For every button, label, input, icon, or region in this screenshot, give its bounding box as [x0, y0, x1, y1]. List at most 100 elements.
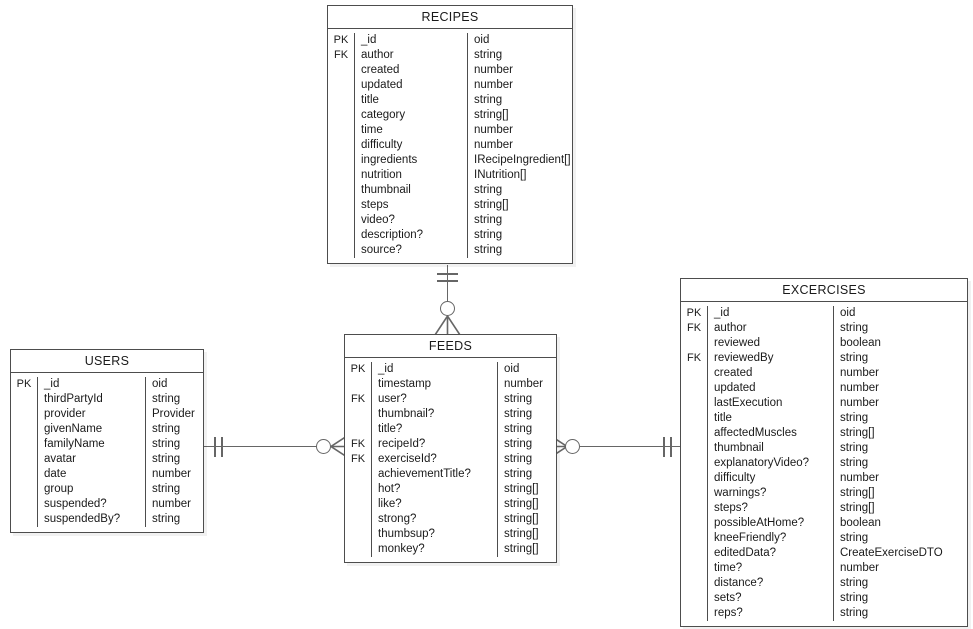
- attribute-name: distance?: [714, 577, 764, 589]
- key-cell: [681, 471, 707, 486]
- attribute-type: number: [474, 124, 513, 136]
- entity-excercises-type-column: oid string boolean string number number …: [834, 306, 943, 621]
- key-cell: [345, 497, 371, 512]
- attribute-type: number: [840, 367, 879, 379]
- attribute-name: group: [44, 483, 74, 495]
- key-cell: [328, 213, 354, 228]
- attribute-type: string[]: [840, 487, 875, 499]
- key-cell: [681, 606, 707, 621]
- key-cell: PK: [686, 307, 702, 319]
- key-cell: FK: [350, 438, 366, 450]
- key-cell: [328, 228, 354, 243]
- attribute-name: hot?: [378, 483, 401, 495]
- key-cell: [345, 542, 371, 557]
- entity-feeds-body: PK FK FK FK _id timestamp user? thumbnai…: [345, 358, 556, 562]
- attribute-name: author: [714, 322, 747, 334]
- cardinality-zero-circle-feeds-top: [440, 301, 455, 316]
- entity-users-name-column: _id thirdPartyId provider givenName fami…: [38, 377, 146, 527]
- key-cell: FK: [686, 352, 702, 364]
- attribute-type: string: [474, 49, 503, 61]
- attribute-type: oid: [504, 363, 520, 375]
- cardinality-zero-circle-feeds-right: [565, 439, 580, 454]
- attribute-name: updated: [714, 382, 756, 394]
- attribute-name: difficulty: [714, 472, 756, 484]
- attribute-type: string: [504, 423, 533, 435]
- attribute-name: time: [361, 124, 383, 136]
- attribute-name: created: [361, 64, 400, 76]
- key-cell: [328, 243, 354, 258]
- connector-feeds-excercises[interactable]: [580, 446, 680, 447]
- attribute-type: string: [504, 408, 533, 420]
- attribute-name: updated: [361, 79, 403, 91]
- attribute-name: ingredients: [361, 154, 418, 166]
- key-cell: [11, 452, 37, 467]
- attribute-type: CreateExerciseDTO: [840, 547, 943, 559]
- entity-excercises-key-column: PK FK FK: [681, 306, 708, 621]
- entity-excercises-body: PK FK FK _id author reviewed reviewedBy …: [681, 302, 967, 626]
- attribute-type: oid: [840, 307, 856, 319]
- attribute-type: string: [840, 592, 869, 604]
- attribute-name: category: [361, 109, 406, 121]
- entity-feeds[interactable]: FEEDS PK FK FK FK _id timestamp user? th…: [344, 334, 557, 563]
- er-diagram-canvas: RECIPES PK FK _id author created updated…: [0, 0, 973, 629]
- entity-recipes-name-column: _id author created updated title categor…: [355, 33, 468, 258]
- attribute-name: reviewedBy: [714, 352, 774, 364]
- entity-excercises-title: EXCERCISES: [681, 279, 967, 302]
- attribute-type: string: [840, 457, 869, 469]
- attribute-name: date: [44, 468, 67, 480]
- entity-recipes[interactable]: RECIPES PK FK _id author created updated…: [327, 5, 573, 264]
- key-cell: [11, 392, 37, 407]
- attribute-type: string: [474, 229, 503, 241]
- attribute-type: Provider: [152, 408, 195, 420]
- entity-feeds-name-column: _id timestamp user? thumbnail? title? re…: [372, 362, 498, 557]
- attribute-type: string: [504, 468, 533, 480]
- key-cell: PK: [350, 363, 366, 375]
- key-cell: [11, 512, 37, 527]
- key-cell: [328, 198, 354, 213]
- attribute-type: string: [504, 393, 533, 405]
- key-cell: [345, 482, 371, 497]
- attribute-type: oid: [474, 34, 490, 46]
- attribute-name: editedData?: [714, 547, 777, 559]
- attribute-name: provider: [44, 408, 86, 420]
- attribute-name: exerciseId?: [378, 453, 437, 465]
- key-cell: [11, 497, 37, 512]
- key-cell: [681, 441, 707, 456]
- attribute-type: string: [504, 438, 533, 450]
- key-cell: [328, 168, 354, 183]
- key-cell: [681, 336, 707, 351]
- attribute-name: thumbsup?: [378, 528, 435, 540]
- attribute-type: string[]: [504, 483, 539, 495]
- attribute-type: string: [474, 184, 503, 196]
- cardinality-one-and-only-one-recipes-2: [437, 280, 458, 282]
- attribute-name: givenName: [44, 423, 103, 435]
- attribute-type: string: [504, 453, 533, 465]
- key-cell: [681, 591, 707, 606]
- entity-excercises[interactable]: EXCERCISES PK FK FK _id author reviewed …: [680, 278, 968, 627]
- key-cell: [328, 108, 354, 123]
- entity-excercises-name-column: _id author reviewed reviewedBy created u…: [708, 306, 834, 621]
- attribute-type: string: [840, 442, 869, 454]
- key-cell: [681, 411, 707, 426]
- key-cell: [328, 63, 354, 78]
- attribute-type: string: [840, 412, 869, 424]
- entity-users-key-column: PK: [11, 377, 38, 527]
- key-cell: [345, 377, 371, 392]
- attribute-type: number: [840, 562, 879, 574]
- attribute-name: title?: [378, 423, 403, 435]
- attribute-type: string[]: [840, 502, 875, 514]
- attribute-name: difficulty: [361, 139, 403, 151]
- attribute-name: thumbnail: [714, 442, 764, 454]
- key-cell: [328, 123, 354, 138]
- entity-users[interactable]: USERS PK _id thirdPartyId provider given…: [10, 349, 204, 533]
- attribute-name: _id: [361, 34, 377, 46]
- attribute-type: string: [152, 438, 181, 450]
- cardinality-one-and-only-one-users: [214, 437, 216, 457]
- attribute-type: string: [152, 423, 181, 435]
- cardinality-one-and-only-one-users-2: [221, 437, 223, 457]
- attribute-type: string: [840, 532, 869, 544]
- attribute-type: string[]: [504, 543, 539, 555]
- attribute-name: avatar: [44, 453, 76, 465]
- attribute-name: suspended?: [44, 498, 107, 510]
- key-cell: [328, 78, 354, 93]
